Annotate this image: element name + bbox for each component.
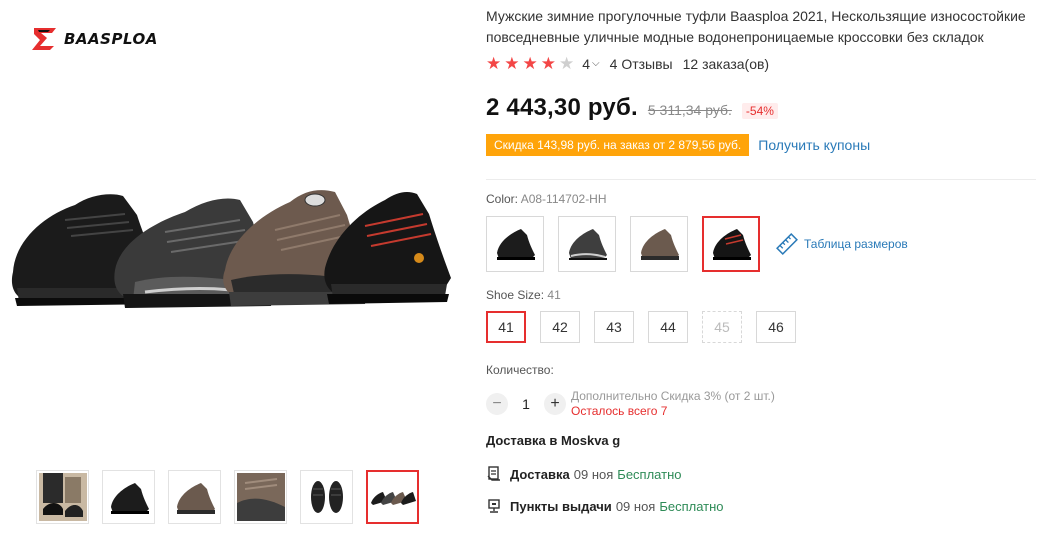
thumbnail-4[interactable] — [234, 470, 287, 524]
color-option-black-red[interactable] — [702, 216, 760, 272]
coupon-row: Скидка 143,98 руб. на заказ от 2 879,56 … — [486, 134, 870, 156]
thumb-brown-detail — [236, 473, 285, 521]
swatch-black-red-shoe-image — [713, 229, 751, 260]
brand-logo-icon — [32, 28, 56, 50]
stock-left-text: Осталось всего 7 — [571, 404, 668, 418]
old-price: 5 311,34 руб. — [647, 102, 732, 118]
color-option-black[interactable] — [486, 216, 544, 272]
color-options: Таблица размеров — [486, 216, 908, 272]
quantity-stepper: − 1 + Дополнительно Скидка 3% (от 2 шт.)… — [486, 389, 775, 419]
pickup-name: Пункты выдачи — [510, 498, 612, 514]
thumb-black-shoe — [110, 483, 149, 514]
price-row: 2 443,30 руб. 5 311,34 руб. -54% — [486, 94, 778, 122]
color-option-brown[interactable] — [630, 216, 688, 272]
chevron-down-icon[interactable]: ⌵ — [592, 58, 600, 69]
thumbnail-5[interactable] — [300, 470, 353, 524]
thumb-brown-shoe — [176, 483, 215, 514]
thumb-lifestyle-image — [38, 473, 87, 521]
pickup-date: 09 ноя — [615, 498, 656, 514]
size-option-42[interactable]: 42 — [540, 311, 580, 343]
thumbnail-strip — [36, 470, 419, 524]
thumb-outsole — [310, 481, 343, 513]
star-icon: ★ — [486, 54, 502, 73]
rating-value[interactable]: 4 — [582, 56, 590, 72]
product-gallery: BAASPLOA — [0, 0, 470, 536]
delivery-doc-icon — [486, 466, 502, 482]
quantity-decrease-button[interactable]: − — [486, 393, 508, 415]
star-icon: ★ — [522, 54, 538, 73]
color-option-grey[interactable] — [558, 216, 616, 272]
thumbnail-2[interactable] — [102, 470, 155, 524]
delivery-title[interactable]: Доставка в Moskva g — [486, 433, 620, 448]
size-label: Shoe Size: 41 — [486, 288, 561, 302]
current-price: 2 443,30 руб. — [486, 94, 638, 121]
brand-name: BAASPLOA — [64, 30, 158, 48]
pickup-point-icon — [486, 498, 502, 514]
pickup-cost: Бесплатно — [659, 498, 724, 514]
size-option-46[interactable]: 46 — [756, 311, 796, 343]
star-icon: ★ — [504, 54, 520, 73]
thumbnail-1[interactable] — [36, 470, 89, 524]
delivery-date: 09 ноя — [573, 466, 614, 482]
reviews-link[interactable]: 4 Отзывы — [610, 56, 673, 72]
quantity-increase-button[interactable]: + — [544, 393, 566, 415]
swatch-brown-shoe-image — [641, 229, 679, 260]
orders-count: 12 заказа(ов) — [682, 55, 770, 72]
discount-badge: -54% — [741, 103, 778, 119]
extra-discount-text: Дополнительно Скидка 3% (от 2 шт.) — [571, 389, 775, 403]
delivery-option-pickup: Пункты выдачи 09 ноя Бесплатно — [486, 498, 724, 514]
size-option-44[interactable]: 44 — [648, 311, 688, 343]
delivery-option-courier: Доставка 09 ноя Бесплатно — [486, 466, 681, 482]
thumbnail-6[interactable] — [366, 470, 419, 524]
size-table-link[interactable]: Таблица размеров — [776, 233, 908, 255]
delivery-name: Доставка — [510, 466, 570, 482]
thumb-four-shoes — [370, 492, 416, 505]
quantity-label: Количество: — [486, 363, 554, 377]
size-options: 41 42 43 44 45 46 — [486, 311, 796, 343]
get-coupons-link[interactable]: Получить купоны — [758, 137, 870, 153]
divider — [486, 179, 1036, 180]
color-selected-value: A08-114702-HH — [520, 192, 607, 206]
quantity-info: Дополнительно Скидка 3% (от 2 шт.) Остал… — [571, 389, 775, 419]
size-table-label: Таблица размеров — [804, 237, 908, 251]
size-option-43[interactable]: 43 — [594, 311, 634, 343]
quantity-value[interactable]: 1 — [508, 396, 544, 412]
size-selected-value: 41 — [547, 288, 561, 302]
product-title: Мужские зимние прогулочные туфли Baasplo… — [486, 8, 1026, 45]
swatch-grey-shoe-image — [569, 229, 607, 260]
main-product-image[interactable] — [5, 170, 455, 330]
swatch-black-shoe-image — [497, 229, 535, 260]
brand-logo: BAASPLOA — [30, 26, 158, 52]
rating-row: ★ ★ ★ ★ ★ 4 ⌵ 4 Отзывы 12 заказа(ов) — [486, 55, 769, 72]
star-icon: ★ — [540, 54, 556, 73]
rating-stars: ★ ★ ★ ★ ★ — [486, 55, 574, 72]
ruler-icon — [776, 233, 798, 255]
coupon-tag[interactable]: Скидка 143,98 руб. на заказ от 2 879,56 … — [486, 134, 750, 156]
thumbnail-3[interactable] — [168, 470, 221, 524]
delivery-cost: Бесплатно — [617, 466, 682, 482]
color-label: Color: A08-114702-HH — [486, 192, 607, 206]
star-empty-icon: ★ — [559, 54, 575, 73]
size-option-41[interactable]: 41 — [486, 311, 526, 343]
size-option-45: 45 — [702, 311, 742, 343]
